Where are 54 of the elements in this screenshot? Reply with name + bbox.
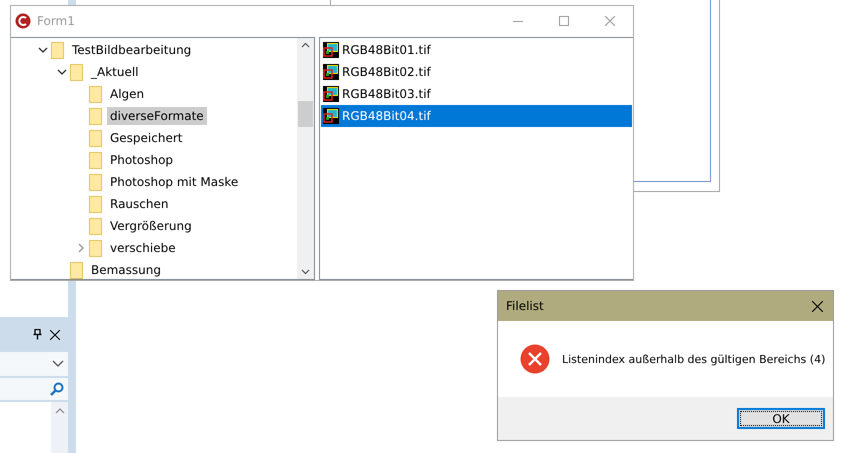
tree-item[interactable]: Algen (107, 85, 148, 103)
close-icon[interactable] (812, 300, 823, 312)
folder-icon (70, 262, 83, 278)
scroll-thumb[interactable] (298, 100, 313, 126)
maximize-icon[interactable] (559, 16, 569, 26)
tree-item[interactable]: TestBildbearbeitung (69, 41, 194, 59)
app-logo-icon (15, 13, 31, 29)
scrollbar[interactable] (297, 38, 314, 279)
tree-item[interactable]: Photoshop (107, 151, 176, 169)
pin-icon[interactable] (33, 329, 42, 340)
image-file-icon (323, 86, 339, 102)
file-item[interactable]: RGB48Bit01.tif (321, 39, 632, 61)
folder-icon (70, 64, 83, 80)
chevron-down-icon[interactable] (38, 45, 48, 55)
tree-item[interactable]: verschiebe (107, 239, 179, 257)
close-icon[interactable] (50, 330, 60, 340)
ok-button[interactable]: OK (737, 408, 825, 429)
folder-icon (89, 174, 102, 190)
tree-item[interactable]: Bemassung (88, 261, 164, 279)
chevron-down-icon[interactable] (301, 269, 310, 275)
file-item[interactable]: RGB48Bit04.tif (321, 105, 632, 127)
tree-item[interactable]: _Aktuell (88, 63, 142, 81)
folder-icon (51, 42, 64, 58)
image-file-icon (323, 42, 339, 58)
window-title: Form1 (37, 14, 76, 28)
folder-icon (89, 240, 102, 256)
folder-icon (89, 196, 102, 212)
chevron-down-icon[interactable] (52, 360, 64, 368)
search-icon[interactable] (50, 382, 64, 396)
file-item[interactable]: RGB48Bit02.tif (321, 61, 632, 83)
tree-item[interactable]: Photoshop mit Maske (107, 173, 242, 191)
search-field[interactable] (0, 378, 68, 400)
chevron-down-icon[interactable] (57, 67, 67, 77)
tree-item[interactable]: diverseFormate (107, 107, 207, 125)
chevron-up-icon[interactable] (54, 408, 64, 414)
scrollbar[interactable] (51, 402, 68, 453)
tree-item[interactable]: Vergrößerung (107, 217, 195, 235)
dialog-title: Filelist (506, 299, 544, 313)
tree-item[interactable]: Gespeichert (107, 129, 186, 147)
image-file-icon (323, 64, 339, 80)
folder-icon (89, 152, 102, 168)
minimize-icon[interactable] (513, 20, 523, 22)
folder-icon (89, 108, 102, 124)
error-icon (520, 344, 550, 374)
file-item[interactable]: RGB48Bit03.tif (321, 83, 632, 105)
chevron-right-icon[interactable] (76, 243, 86, 253)
image-file-icon (323, 108, 339, 124)
folder-icon (89, 218, 102, 234)
error-message: Listenindex außerhalb des gültigen Bereichs (4) (562, 352, 826, 366)
folder-icon (89, 130, 102, 146)
dropdown-field[interactable] (0, 352, 68, 376)
chevron-up-icon[interactable] (301, 42, 310, 48)
folder-icon (89, 86, 102, 102)
tree-item[interactable]: Rauschen (107, 195, 172, 213)
